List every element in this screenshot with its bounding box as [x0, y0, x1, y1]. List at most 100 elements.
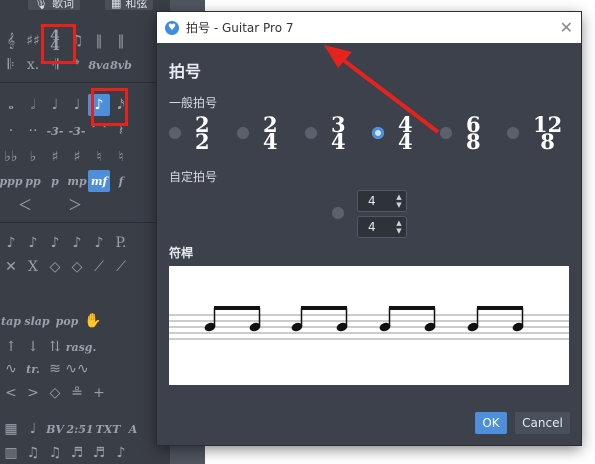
numerator-spinbox[interactable]: 4 ▲ ▼ — [357, 190, 407, 212]
time-signature-dialog: ♥ 拍号 - Guitar Pro 7 ✕ 拍号 一般拍号 22 24 34 4… — [157, 12, 581, 445]
up-stroke-icon[interactable]: ↑ — [0, 336, 22, 358]
dot-icon[interactable]: · — [0, 120, 22, 142]
bend-icon[interactable]: ⟋ — [110, 256, 132, 278]
effect-trill[interactable]: tr. — [22, 358, 44, 380]
sound-icon[interactable]: ♪ — [110, 442, 132, 464]
time-signature-2-4[interactable]: 24 — [237, 114, 278, 152]
time-signature-3-4[interactable]: 34 — [305, 114, 346, 152]
time-text-label[interactable]: 2:51 — [66, 418, 94, 440]
dynamic-ppp[interactable]: ppp — [0, 170, 23, 192]
natural-icon[interactable]: ♮ — [88, 146, 110, 168]
repeat-start-icon[interactable]: 𝄆 — [0, 54, 22, 76]
wah-icon[interactable]: ♩ — [22, 418, 44, 440]
chevron-down-icon[interactable]: ▼ — [396, 227, 401, 235]
radio-button[interactable] — [169, 127, 181, 139]
dynamic-p[interactable]: p — [44, 170, 66, 192]
radio-button[interactable] — [507, 127, 519, 139]
time-signature-12-8[interactable]: 12 8 — [507, 114, 562, 152]
fret-grid-icon[interactable]: ▥ — [0, 442, 22, 464]
quarter-note-alt-icon[interactable]: ♩ — [66, 94, 88, 116]
beam-break-icon[interactable]: ♬ — [66, 442, 88, 464]
chevron-up-icon[interactable]: ▲ — [396, 193, 401, 201]
volume-swell-icon[interactable]: ▦ — [0, 418, 22, 440]
dynamic-pp[interactable]: pp — [22, 170, 44, 192]
hand-icon[interactable]: ✋ — [82, 310, 104, 332]
dialog-heading: 拍号 — [169, 62, 202, 81]
vibrato-icon[interactable]: ∿ — [0, 358, 22, 380]
whole-note-icon[interactable]: 𝅝 — [0, 94, 22, 116]
auto-beam-icon[interactable]: ♬ — [88, 442, 110, 464]
barre-label[interactable]: BV — [44, 418, 66, 440]
ok-button[interactable]: OK — [475, 412, 507, 434]
chevron-down-icon[interactable]: ▼ — [396, 201, 401, 209]
marcato-icon[interactable]: > — [22, 382, 44, 404]
harmonic-icon[interactable]: ◇ — [66, 256, 88, 278]
denominator-spinbox[interactable]: 4 ▲ ▼ — [357, 216, 407, 238]
radio-button-selected[interactable] — [372, 127, 384, 139]
dynamic-mp[interactable]: mp — [66, 170, 88, 192]
cancel-button[interactable]: Cancel — [515, 412, 570, 434]
time-signature-6-8[interactable]: 68 — [440, 114, 481, 152]
decrescendo-icon[interactable]: ＞ — [50, 194, 100, 216]
triplet-icon[interactable]: -3- — [44, 120, 66, 142]
double-dot-icon[interactable]: ·· — [22, 120, 44, 142]
double-sharp-icon[interactable]: ♯ — [66, 146, 88, 168]
cross-icon[interactable]: X — [22, 256, 44, 278]
custom-time-signature-radio[interactable] — [332, 207, 344, 219]
staccato-icon[interactable]: ≗ — [66, 382, 88, 404]
beam-group-icon[interactable]: ♫ — [22, 442, 44, 464]
flat-icon[interactable]: ♭ — [22, 146, 44, 168]
time-signature-2-2[interactable]: 22 — [169, 114, 210, 152]
ottava-bassa-icon[interactable]: 8vb — [110, 54, 132, 76]
wide-vibrato-icon[interactable]: ∿∿ — [65, 358, 88, 380]
radio-button[interactable] — [305, 127, 317, 139]
x-note-icon[interactable]: ✕ — [0, 256, 22, 278]
barline-icon[interactable]: ‖ — [88, 30, 110, 52]
effect-tap[interactable]: tap — [0, 310, 22, 332]
notation-palette: 🎙 歌词 ▦ 和弦 𝄞 ♯♯ 44 ♫ ‖ ‖ 𝄆 x. 𝄇 𝄌 8va 8vb 𝅝… — [0, 0, 170, 464]
common-time-signatures: 22 24 34 44 68 12 8 — [169, 114, 569, 156]
fermata-icon[interactable]: ◇ — [44, 382, 66, 404]
tuplet-icon[interactable]: -3- — [66, 120, 88, 142]
ghost-note-icon[interactable]: ♪ — [66, 232, 88, 254]
beamed-eighth-pair — [467, 306, 524, 332]
close-icon[interactable]: ✕ — [560, 18, 573, 37]
double-flat-icon[interactable]: ♭♭ — [0, 146, 22, 168]
arpeggio-icon[interactable]: ⇅ — [44, 336, 66, 358]
courtesy-accidental-icon[interactable]: ♮ — [110, 146, 132, 168]
denominator-value: 4 — [368, 220, 376, 234]
tenuto-icon[interactable]: + — [88, 382, 110, 404]
lyrics-tab[interactable]: 🎙 歌词 — [28, 0, 80, 10]
effect-pop[interactable]: pop — [52, 310, 82, 332]
guitar-pro-logo-icon: ♥ — [165, 20, 179, 35]
text-label[interactable]: TXT — [94, 418, 122, 440]
time-signature-4-4[interactable]: 44 — [372, 114, 413, 152]
dynamic-mf[interactable]: mf — [88, 170, 110, 192]
chevron-up-icon[interactable]: ▲ — [396, 219, 401, 227]
beam-group-alt-icon[interactable]: ♫ — [44, 442, 66, 464]
ottava-icon[interactable]: 8va — [88, 54, 110, 76]
palm-mute-icon[interactable]: P. — [110, 232, 132, 254]
tremolo-icon[interactable]: ≋ — [44, 358, 66, 380]
dynamic-f[interactable]: f — [110, 170, 132, 192]
effect-slap[interactable]: slap — [22, 310, 52, 332]
let-ring-icon[interactable]: ♪ — [88, 232, 110, 254]
accent-icon[interactable]: < — [0, 382, 22, 404]
annotation-label[interactable]: A — [122, 418, 144, 440]
down-stroke-icon[interactable]: ↓ — [22, 336, 44, 358]
grace-note-alt-icon[interactable]: ♪ — [22, 232, 44, 254]
radio-button[interactable] — [440, 127, 452, 139]
chords-tab[interactable]: ▦ 和弦 — [105, 0, 154, 10]
diamond-icon[interactable]: ◇ — [44, 256, 66, 278]
dead-note-icon[interactable]: ♪ — [44, 232, 66, 254]
crescendo-icon[interactable]: ＜ — [0, 194, 50, 216]
quarter-note-icon[interactable]: ♩ — [44, 94, 66, 116]
half-note-icon[interactable]: 𝅗𝅥 — [22, 94, 44, 116]
radio-button[interactable] — [237, 127, 249, 139]
clef-icon[interactable]: 𝄞 — [0, 30, 22, 52]
effect-rasgueado[interactable]: rasg. — [66, 336, 97, 358]
slide-icon[interactable]: ⟋ — [88, 256, 110, 278]
grace-note-icon[interactable]: ♪ — [0, 232, 22, 254]
double-barline-icon[interactable]: ‖ — [110, 30, 132, 52]
sharp-icon[interactable]: ♯ — [44, 146, 66, 168]
